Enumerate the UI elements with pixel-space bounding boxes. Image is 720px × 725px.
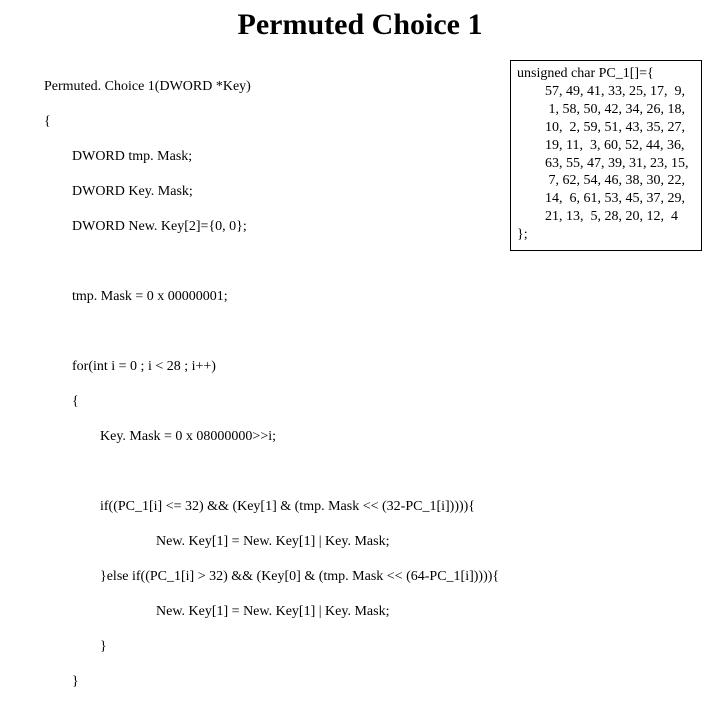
pc1-array-box: unsigned char PC_1[]={ 57, 49, 41, 33, 2… [510, 60, 702, 251]
page-title: Permuted Choice 1 [0, 0, 720, 60]
pc1-row: 63, 55, 47, 39, 31, 23, 15, [517, 155, 695, 173]
code-line: }else if((PC_1[i] > 32) && (Key[0] & (tm… [44, 568, 504, 586]
blank-line [44, 253, 504, 271]
blank-line [44, 463, 504, 481]
code-line: DWORD Key. Mask; [44, 183, 504, 201]
code-line: for(int i = 0 ; i < 28 ; i++) [44, 358, 504, 376]
pc1-row: 1, 58, 50, 42, 34, 26, 18, [517, 101, 695, 119]
pc1-row: 57, 49, 41, 33, 25, 17, 9, [517, 83, 695, 101]
code-line: Key. Mask = 0 x 08000000>>i; [44, 428, 504, 446]
pc1-footer: }; [517, 226, 695, 244]
code-line: tmp. Mask = 0 x 00000001; [44, 288, 504, 306]
code-line: { [44, 113, 504, 131]
code-line: DWORD tmp. Mask; [44, 148, 504, 166]
code-line: DWORD New. Key[2]={0, 0}; [44, 218, 504, 236]
pc1-header: unsigned char PC_1[]={ [517, 65, 695, 83]
code-line: New. Key[1] = New. Key[1] | Key. Mask; [44, 533, 504, 551]
code-line: } [44, 673, 504, 691]
code-line: Permuted. Choice 1(DWORD *Key) [44, 78, 504, 96]
code-block: Permuted. Choice 1(DWORD *Key) { DWORD t… [44, 60, 504, 725]
code-line: } [44, 638, 504, 656]
code-line: if((PC_1[i] <= 32) && (Key[1] & (tmp. Ma… [44, 498, 504, 516]
pc1-row: 19, 11, 3, 60, 52, 44, 36, [517, 137, 695, 155]
code-line: New. Key[1] = New. Key[1] | Key. Mask; [44, 603, 504, 621]
pc1-row: 10, 2, 59, 51, 43, 35, 27, [517, 119, 695, 137]
pc1-row: 14, 6, 61, 53, 45, 37, 29, [517, 190, 695, 208]
code-line: { [44, 393, 504, 411]
blank-line [44, 323, 504, 341]
pc1-row: 7, 62, 54, 46, 38, 30, 22, [517, 172, 695, 190]
pc1-row: 21, 13, 5, 28, 20, 12, 4 [517, 208, 695, 226]
